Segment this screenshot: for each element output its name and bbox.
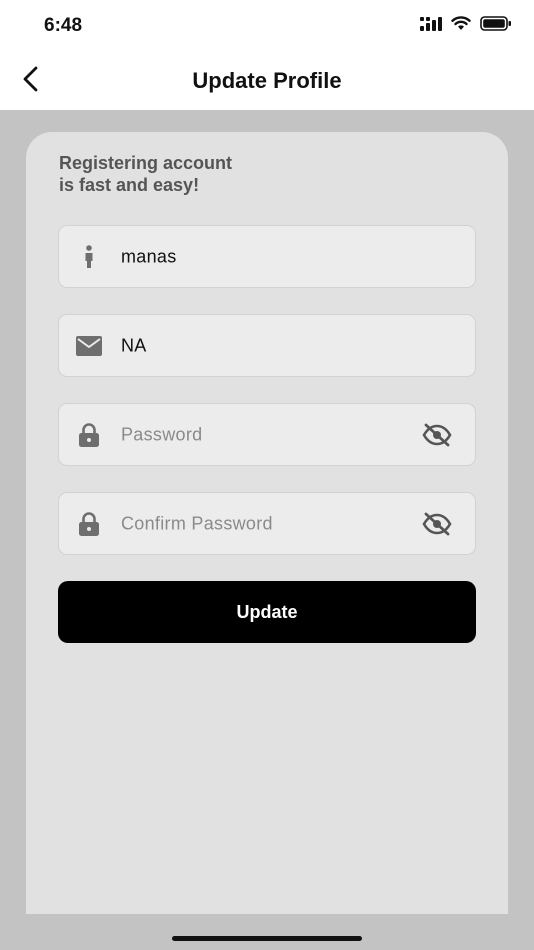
bottom-strip: [0, 914, 534, 950]
signal-icon: [420, 16, 442, 36]
status-icons: [420, 16, 512, 36]
confirm-password-field[interactable]: Confirm Password: [58, 492, 476, 555]
wifi-icon: [451, 16, 471, 36]
eye-off-icon[interactable]: [421, 421, 453, 449]
password-placeholder: Password: [121, 424, 203, 444]
name-value: manas: [121, 246, 177, 266]
person-icon: [75, 243, 103, 271]
email-value: NA: [121, 335, 147, 355]
email-field[interactable]: NA: [58, 314, 476, 377]
status-time: 6:48: [44, 15, 83, 36]
lock-icon: [75, 421, 103, 449]
nav-bar: Update Profile: [0, 52, 534, 110]
lock-icon: [75, 510, 103, 538]
battery-icon: [480, 16, 512, 36]
page-title: Update Profile: [192, 68, 342, 93]
update-button[interactable]: Update: [58, 581, 476, 643]
intro-text: Registering account is fast and easy!: [59, 153, 233, 195]
password-field[interactable]: Password: [58, 403, 476, 466]
eye-off-icon[interactable]: [421, 510, 453, 538]
home-indicator: [172, 936, 362, 941]
confirm-password-placeholder: Confirm Password: [121, 513, 273, 533]
name-field[interactable]: manas: [58, 225, 476, 288]
mail-icon: [75, 332, 103, 360]
status-bar: 6:48: [0, 0, 534, 52]
